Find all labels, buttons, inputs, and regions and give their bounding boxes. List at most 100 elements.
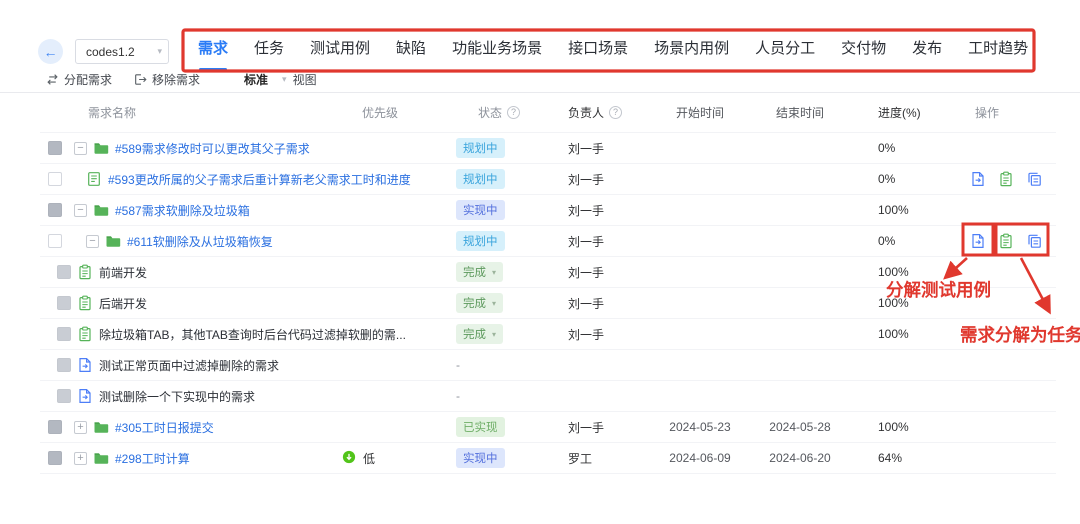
row-title[interactable]: 除垃圾箱TAB，其他TAB查询时后台代码过滤掉软删的需... (99, 326, 406, 343)
back-button[interactable]: ← (38, 39, 63, 64)
view-mode-select[interactable]: 标准 ▾ 视图 (244, 71, 317, 88)
project-select[interactable]: codes1.2 ▾ (75, 39, 169, 64)
status-badge[interactable]: 规划中 (456, 231, 505, 251)
status-label: 实现中 (463, 453, 498, 465)
status-badge[interactable]: 规划中 (456, 138, 505, 158)
progress-cell-value: 100% (878, 327, 909, 341)
table-row: + #298工时计算 低 实现中 罗工 2024-06-09 2024-06-20 64% (40, 443, 1056, 474)
row-title[interactable]: 测试删除一个下实现中的需求 (99, 388, 255, 405)
tab-0[interactable]: 需求 (198, 36, 229, 71)
copy-requirement-button[interactable] (1026, 233, 1042, 249)
row-title[interactable]: #587需求软删除及垃圾箱 (115, 202, 250, 219)
tab-label: 功能业务场景 (452, 40, 543, 57)
status-badge[interactable]: 完成 ▾ (456, 324, 504, 344)
actions-cell (935, 171, 1042, 187)
row-title[interactable]: 后端开发 (99, 295, 147, 312)
status-cell: 规划中 (450, 169, 550, 189)
status-empty: - (456, 358, 460, 372)
split-testcase-button[interactable] (970, 171, 986, 187)
expand-toggle[interactable]: + (74, 451, 87, 465)
status-cell: 规划中 (450, 231, 550, 251)
folder-icon (93, 419, 109, 435)
status-badge[interactable]: 已实现 (456, 417, 505, 437)
tab-6[interactable]: 场景内用例 (654, 36, 729, 66)
assignee-cell: 罗工 (550, 450, 650, 467)
row-title[interactable]: #305工时日报提交 (115, 419, 214, 436)
toolbar: 分配需求 移除需求 标准 ▾ 视图 (0, 66, 1080, 92)
assignee-cell-value: 刘一手 (568, 296, 605, 311)
column-label: 开始时间 (675, 106, 724, 120)
assign-requirement-button[interactable]: 分配需求 (46, 71, 112, 88)
collapse-toggle[interactable]: − (74, 203, 87, 217)
app-window: ← codes1.2 ▾ 需求 任务 测试用例 缺陷 功能业务场景 接口场景 场景内用例 人员… (0, 0, 1080, 524)
split-task-button[interactable] (998, 233, 1014, 249)
row-title[interactable]: #298工时计算 (115, 450, 190, 467)
table-row: − #611软删除及从垃圾箱恢复 规划中 刘一手 0% (40, 226, 1056, 257)
status-badge[interactable]: 完成 ▾ (456, 293, 504, 313)
row-checkbox[interactable] (48, 451, 62, 465)
tab-2[interactable]: 测试用例 (310, 36, 370, 66)
assignee-cell: 刘一手 (550, 171, 650, 188)
row-checkbox[interactable] (48, 234, 62, 248)
expand-toggle[interactable]: + (74, 420, 87, 434)
table-row: #593更改所属的父子需求后重计算新老父需求工时和进度 规划中 刘一手 0% (40, 164, 1056, 195)
row-checkbox[interactable] (57, 327, 71, 341)
column-header-start: 开始时间 (650, 104, 750, 121)
tab-10[interactable]: 工时趋势 (968, 36, 1028, 66)
status-label: 实现中 (463, 205, 498, 217)
row-title[interactable]: 测试正常页面中过滤掉删除的需求 (99, 357, 279, 374)
name-cell: 测试正常页面中过滤掉删除的需求 (40, 357, 340, 374)
row-checkbox[interactable] (48, 172, 62, 186)
split-task-button[interactable] (998, 171, 1014, 187)
row-title[interactable]: #611软删除及从垃圾箱恢复 (127, 233, 273, 250)
row-title[interactable]: 前端开发 (99, 264, 147, 281)
copy-requirement-button[interactable] (1026, 171, 1042, 187)
status-badge[interactable]: 完成 ▾ (456, 262, 504, 282)
tab-4[interactable]: 功能业务场景 (452, 36, 542, 66)
back-arrow-icon: ← (43, 43, 58, 60)
tab-8[interactable]: 交付物 (841, 36, 886, 66)
tab-label: 人员分工 (755, 40, 816, 57)
tab-label: 需求 (198, 40, 229, 57)
tab-3[interactable]: 缺陷 (396, 36, 426, 66)
row-checkbox[interactable] (57, 265, 71, 279)
tab-5[interactable]: 接口场景 (568, 36, 628, 66)
row-checkbox[interactable] (48, 141, 62, 155)
row-checkbox[interactable] (48, 420, 62, 434)
tab-label: 任务 (254, 40, 285, 57)
task-icon (77, 264, 93, 280)
requirements-table: 需求名称 优先级 状态? 负责人? 开始时间 结束时间 进度(%) 操作 − #589需求修改时… (0, 92, 1080, 474)
collapse-toggle[interactable]: − (86, 234, 99, 248)
view-mode-value: 标准 (244, 72, 269, 87)
status-badge[interactable]: 规划中 (456, 169, 505, 189)
tab-7[interactable]: 人员分工 (755, 36, 815, 66)
progress-cell-value: 64% (878, 451, 903, 465)
tab-label: 接口场景 (568, 40, 629, 57)
column-header-priority: 优先级 (340, 104, 450, 121)
row-title[interactable]: #589需求修改时可以更改其父子需求 (115, 140, 310, 157)
status-badge[interactable]: 实现中 (456, 448, 505, 468)
end-date-cell-value: 2024-06-20 (769, 451, 831, 465)
assignee-cell-value: 刘一手 (568, 172, 605, 187)
row-checkbox[interactable] (57, 296, 71, 310)
row-checkbox[interactable] (57, 358, 71, 372)
row-checkbox[interactable] (48, 203, 62, 217)
column-label: 优先级 (362, 106, 399, 120)
priority-cell: 低 (340, 450, 450, 467)
tab-1[interactable]: 任务 (254, 36, 284, 66)
row-title[interactable]: #593更改所属的父子需求后重计算新老父需求工时和进度 (108, 171, 411, 188)
column-header-assignee: 负责人? (550, 104, 650, 121)
name-cell: 除垃圾箱TAB，其他TAB查询时后台代码过滤掉软删的需... (40, 326, 406, 343)
tab-9[interactable]: 发布 (912, 36, 942, 66)
table-header: 需求名称 优先级 状态? 负责人? 开始时间 结束时间 进度(%) 操作 (40, 93, 1056, 133)
name-cell: 测试删除一个下实现中的需求 (40, 388, 340, 405)
assignee-cell-value: 罗工 (568, 451, 593, 466)
row-checkbox[interactable] (57, 389, 71, 403)
folder-icon (93, 202, 109, 218)
assignee-cell-value: 刘一手 (568, 420, 605, 435)
start-date-cell: 2024-05-23 (650, 420, 750, 434)
collapse-toggle[interactable]: − (74, 141, 87, 155)
split-testcase-button[interactable] (970, 233, 986, 249)
status-badge[interactable]: 实现中 (456, 200, 505, 220)
remove-requirement-button[interactable]: 移除需求 (134, 71, 200, 88)
